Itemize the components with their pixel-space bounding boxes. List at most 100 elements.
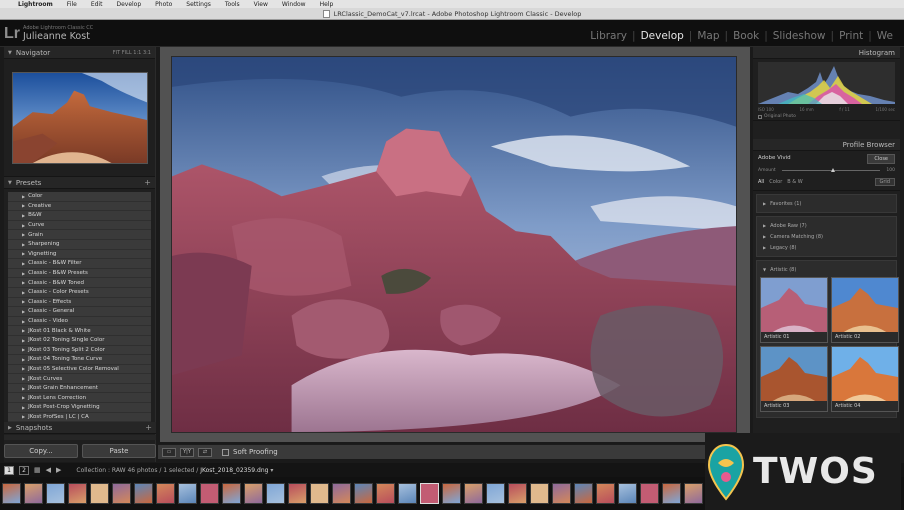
profile-group-row[interactable]: ▶ Camera Matching (8) [757,231,896,242]
menu-edit[interactable]: Edit [91,1,103,8]
expand-triangle-icon[interactable]: ▶ [22,242,25,247]
paste-button[interactable]: Paste [82,444,156,458]
histogram-header[interactable]: Histogram [753,47,900,59]
expand-triangle-icon[interactable]: ▶ [763,201,766,206]
menu-view[interactable]: View [254,1,268,8]
filmstrip-thumbnail[interactable] [178,483,197,504]
amount-slider-track[interactable] [781,168,881,172]
filmstrip-thumbnail[interactable] [574,483,593,504]
filmstrip-thumbnail[interactable] [552,483,571,504]
preset-group[interactable]: ▶ Grain [8,230,151,240]
preset-group[interactable]: ▶ JKost ProfSes | LC | CA [8,412,151,423]
navigator-header[interactable]: ▼ Navigator FIT FILL 1:1 3:1 [4,47,155,59]
module-print[interactable]: Print [834,30,868,42]
preset-group[interactable]: ▶ Classic - Effects [8,297,151,308]
expand-triangle-icon[interactable]: ▶ [22,376,25,381]
grid-icon[interactable]: ▦ [34,466,41,474]
menu-app[interactable]: Lightroom [18,1,53,8]
profile-group-row[interactable]: ▶ Legacy (8) [757,242,896,253]
expand-triangle-icon[interactable]: ▶ [22,280,25,285]
expand-triangle-icon[interactable]: ▶ [22,328,25,333]
expand-triangle-icon[interactable]: ▶ [22,366,25,371]
filmstrip-thumbnail[interactable] [420,483,439,504]
main-photo[interactable] [171,56,737,433]
expand-triangle-icon[interactable]: ▶ [8,425,12,431]
filmstrip-thumbnail[interactable] [90,483,109,504]
forward-arrow-icon[interactable]: ▶ [56,466,61,474]
expand-triangle-icon[interactable]: ▶ [22,357,25,362]
menu-photo[interactable]: Photo [155,1,172,8]
expand-triangle-icon[interactable]: ▶ [763,234,766,239]
filmstrip-thumbnail[interactable] [398,483,417,504]
profile-group-row[interactable]: ▶ Favorites (1) [757,198,896,209]
preset-group[interactable]: ▶ Classic - B&W Toned [8,278,151,288]
filmstrip-thumbnail[interactable] [640,483,659,504]
filmstrip-thumbnail[interactable] [442,483,461,504]
preset-group[interactable]: ▶ Curve [8,220,151,231]
filmstrip-thumbnail[interactable] [354,483,373,504]
module-library[interactable]: Library [585,30,632,42]
close-button[interactable]: Close [867,154,895,164]
preset-group[interactable]: ▶ Classic - Color Presets [8,287,151,298]
filmstrip-thumbnail[interactable] [200,483,219,504]
collapse-triangle-icon[interactable]: ▼ [8,180,12,186]
preset-group[interactable]: ▶ Classic - B&W Filter [8,259,151,269]
original-photo-checkbox[interactable] [758,114,762,119]
filmstrip-thumbnail[interactable] [508,483,527,504]
filmstrip-thumbnail[interactable] [46,483,65,504]
filmstrip-thumbnail[interactable] [24,483,43,504]
preset-group[interactable]: ▶ JKost 02 Toning Single Color [8,335,151,346]
filmstrip-thumbnail[interactable] [332,483,351,504]
filmstrip-thumbnail[interactable] [156,483,175,504]
expand-triangle-icon[interactable]: ▶ [22,395,25,400]
expand-triangle-icon[interactable]: ▶ [22,203,25,208]
filmstrip-thumbnail[interactable] [618,483,637,504]
expand-triangle-icon[interactable]: ▶ [22,309,25,314]
menu-file[interactable]: File [67,1,77,8]
expand-triangle-icon[interactable]: ▶ [763,223,766,228]
favorites-group[interactable]: ▶ Favorites (1) [756,194,897,213]
expand-triangle-icon[interactable]: ▶ [22,386,25,391]
histogram-graph[interactable] [758,62,895,104]
filmstrip-thumbnail[interactable] [244,483,263,504]
expand-triangle-icon[interactable]: ▶ [22,213,25,218]
collapse-triangle-icon[interactable]: ▼ [763,267,766,272]
expand-triangle-icon[interactable]: ▶ [22,405,25,410]
expand-triangle-icon[interactable]: ▶ [22,251,25,256]
history-header[interactable] [4,435,156,440]
profile-tile[interactable]: Artistic 04 [831,346,899,412]
preset-group[interactable]: ▶ Sharpening [8,239,151,250]
zoom-options[interactable]: FIT FILL 1:1 3:1 [113,50,151,56]
preset-group[interactable]: ▶ Vignetting [8,249,151,260]
expand-triangle-icon[interactable]: ▶ [763,245,766,250]
profile-tile[interactable]: Artistic 01 [760,277,828,343]
filmstrip-thumbnail[interactable] [310,483,329,504]
expand-triangle-icon[interactable]: ▶ [22,299,25,304]
menu-tools[interactable]: Tools [225,1,240,8]
preset-group[interactable]: ▶ Classic - Video [8,316,151,327]
filter-all[interactable]: All [758,179,764,185]
menu-window[interactable]: Window [282,1,306,8]
filmstrip-thumbnail[interactable] [2,483,21,504]
main-window-button[interactable]: 1 [4,465,14,475]
profile-group-row[interactable]: ▼ Artistic (8) [757,264,896,275]
module-slideshow[interactable]: Slideshow [768,30,831,42]
expand-triangle-icon[interactable]: ▶ [22,338,25,343]
filmstrip-thumbnail[interactable] [376,483,395,504]
filmstrip-thumbnail[interactable] [68,483,87,504]
before-after-swap-icon[interactable]: ⇄ [198,447,212,457]
expand-triangle-icon[interactable]: ▶ [22,347,25,352]
navigator-preview[interactable] [4,59,155,177]
loupe-view-icon[interactable]: ▭ [162,447,176,457]
filter-color[interactable]: Color [769,179,782,185]
view-mode-dropdown[interactable]: Grid [874,178,895,186]
profile-tile[interactable]: Artistic 02 [831,277,899,343]
filmstrip-source[interactable]: Collection : RAW 46 photos / 1 selected … [76,467,273,474]
preset-group[interactable]: ▶ JKost Grain Enhancement [8,383,151,394]
module-develop[interactable]: Develop [636,30,689,42]
preset-group[interactable]: ▶ Color [8,192,151,202]
collapse-triangle-icon[interactable]: ▼ [8,50,12,56]
expand-triangle-icon[interactable]: ▶ [22,261,25,266]
expand-triangle-icon[interactable]: ▶ [22,290,25,295]
expand-triangle-icon[interactable]: ▶ [22,319,25,324]
